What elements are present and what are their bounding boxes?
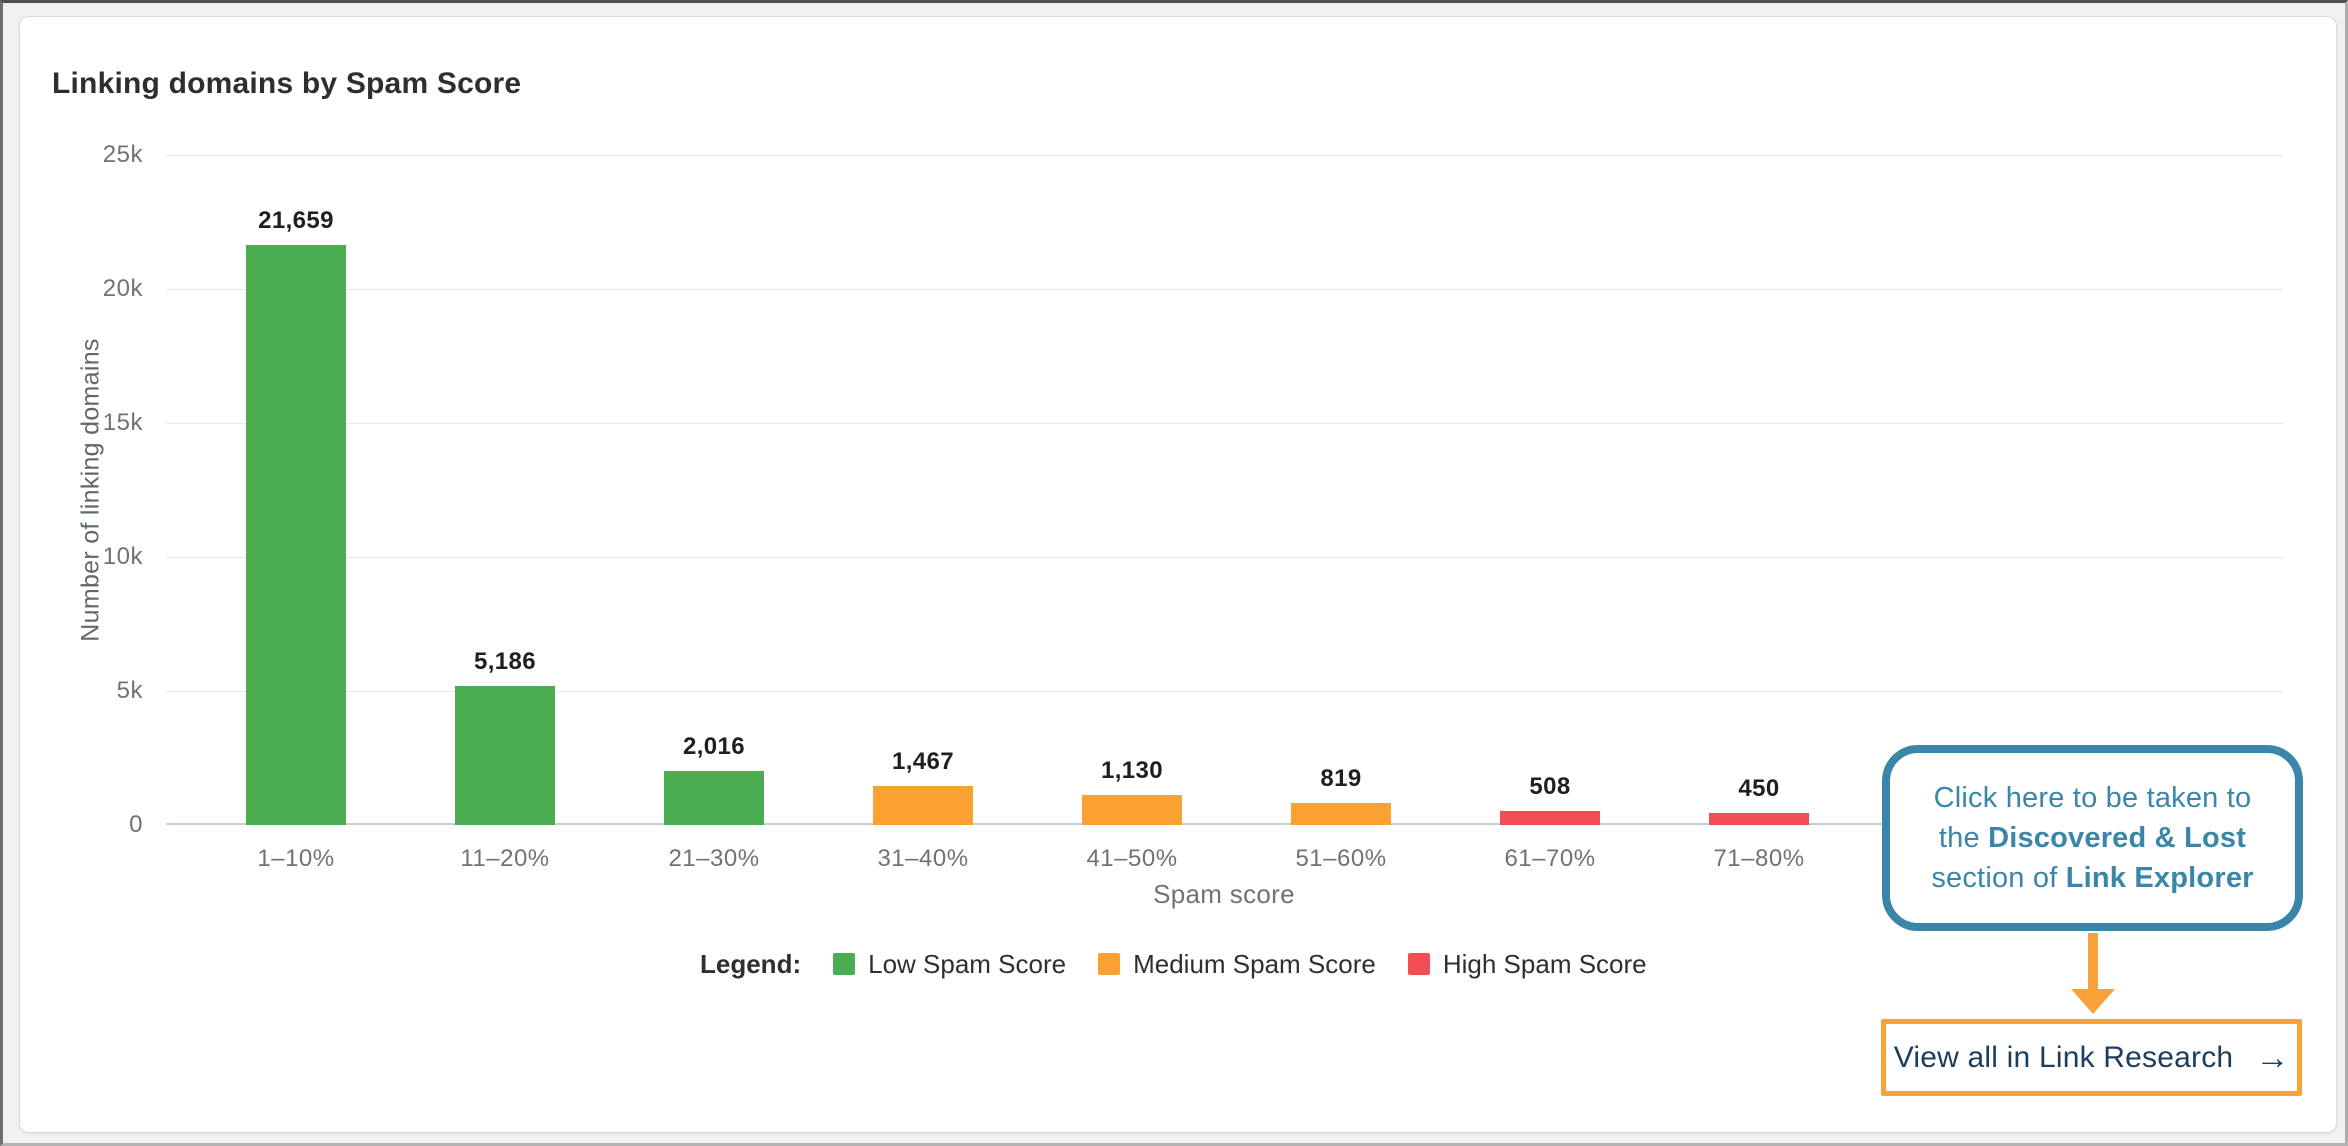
bar-value-label: 21,659: [196, 207, 396, 235]
legend-item-label: Medium Spam Score: [1133, 949, 1376, 980]
bar-41–50%: [1082, 795, 1182, 825]
y-tick-label: 5k: [43, 677, 143, 705]
x-tick-label: 31–40%: [819, 845, 1028, 873]
y-tick-label: 10k: [43, 543, 143, 571]
x-tick-label: 41–50%: [1028, 845, 1237, 873]
legend-items: Low Spam Score Medium Spam Score High Spam…: [833, 949, 1647, 980]
legend-item: Low Spam Score: [833, 949, 1066, 980]
bar-value-label: 1,467: [823, 748, 1023, 776]
chart-title: Linking domains by Spam Score: [52, 67, 521, 101]
legend-swatch-icon: [833, 953, 855, 975]
bar-71–80%: [1709, 813, 1809, 825]
bar-value-label: 450: [1659, 775, 1859, 803]
x-tick-label: 21–30%: [610, 845, 819, 873]
bar-value-label: 2,016: [614, 733, 814, 761]
bar-31–40%: [873, 786, 973, 825]
right-arrow-icon: →: [2255, 1041, 2289, 1075]
legend-swatch-icon: [1408, 953, 1430, 975]
down-arrow-stem: [2088, 933, 2098, 990]
legend-swatch-icon: [1098, 953, 1120, 975]
bar-value-label: 819: [1241, 765, 1441, 793]
bar-11–20%: [455, 686, 555, 825]
bar-1–10%: [246, 245, 346, 825]
legend-item-label: High Spam Score: [1443, 949, 1647, 980]
callout-bold-discovered-lost: Discovered & Lost: [1988, 822, 2246, 854]
bar-value-label: 5,186: [405, 648, 605, 676]
gridline: [166, 557, 2283, 558]
legend-title: Legend:: [700, 949, 801, 980]
plot-area: 21,6591–10%5,18611–20%2,01621–30%1,46731…: [166, 155, 2283, 825]
x-tick-label: 61–70%: [1446, 845, 1655, 873]
x-tick-label: 1–10%: [192, 845, 401, 873]
bar-61–70%: [1500, 811, 1600, 825]
x-tick-label: 11–20%: [401, 845, 610, 873]
cta-label: View all in Link Research: [1894, 1041, 2234, 1075]
gridline: [166, 155, 2283, 156]
legend-item: Medium Spam Score: [1098, 949, 1376, 980]
y-tick-label: 25k: [43, 141, 143, 169]
callout-line-1: Click here to be taken to: [1934, 782, 2252, 814]
y-tick-label: 20k: [43, 275, 143, 303]
x-axis-label: Spam score: [1153, 879, 1295, 910]
bar-51–60%: [1291, 803, 1391, 825]
callout-text: Click here to be taken to the Discovered…: [1931, 778, 2253, 898]
down-arrow-icon: [2071, 989, 2115, 1014]
callout-bubble: Click here to be taken to the Discovered…: [1882, 745, 2303, 931]
chart-legend: Legend: Low Spam Score Medium Spam Score H…: [700, 947, 1647, 981]
y-axis-tick-labels: 25k20k15k10k5k0: [43, 155, 153, 825]
page-background: { "card": { "title": "Linking domains by…: [0, 0, 2348, 1146]
gridline: [166, 289, 2283, 290]
view-all-link-research-button[interactable]: View all in Link Research →: [1881, 1019, 2302, 1096]
bar-21–30%: [664, 771, 764, 825]
callout-line-3: section of: [1931, 862, 2065, 894]
legend-item-label: Low Spam Score: [868, 949, 1066, 980]
y-tick-label: 15k: [43, 409, 143, 437]
x-tick-label: 71–80%: [1655, 845, 1864, 873]
y-tick-label: 0: [43, 811, 143, 839]
gridline: [166, 423, 2283, 424]
x-tick-label: 51–60%: [1237, 845, 1446, 873]
bar-value-label: 1,130: [1032, 757, 1232, 785]
callout-bold-link-explorer: Link Explorer: [2066, 862, 2254, 894]
bar-value-label: 508: [1450, 773, 1650, 801]
callout-line-2: the: [1939, 822, 1988, 854]
legend-item: High Spam Score: [1408, 949, 1647, 980]
